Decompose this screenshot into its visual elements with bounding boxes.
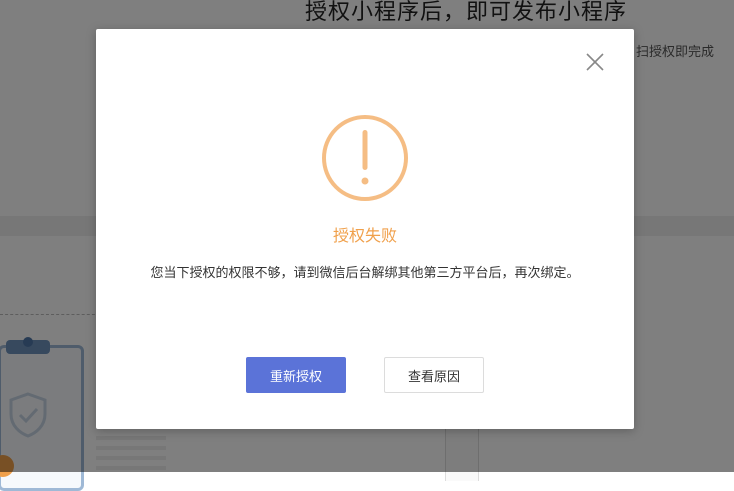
auth-failed-dialog: 授权失败 您当下授权的权限不够，请到微信后台解绑其他第三方平台后，再次绑定。 重… [96, 29, 634, 429]
dialog-title: 授权失败 [332, 226, 397, 245]
view-reason-button[interactable]: 查看原因 [384, 357, 484, 393]
dialog-message: 您当下授权的权限不够，请到微信后台解绑其他第三方平台后，再次绑定。 [150, 266, 580, 281]
warning-circle-icon [320, 113, 410, 203]
reauthorize-button[interactable]: 重新授权 [246, 357, 346, 393]
close-icon[interactable] [584, 51, 606, 73]
